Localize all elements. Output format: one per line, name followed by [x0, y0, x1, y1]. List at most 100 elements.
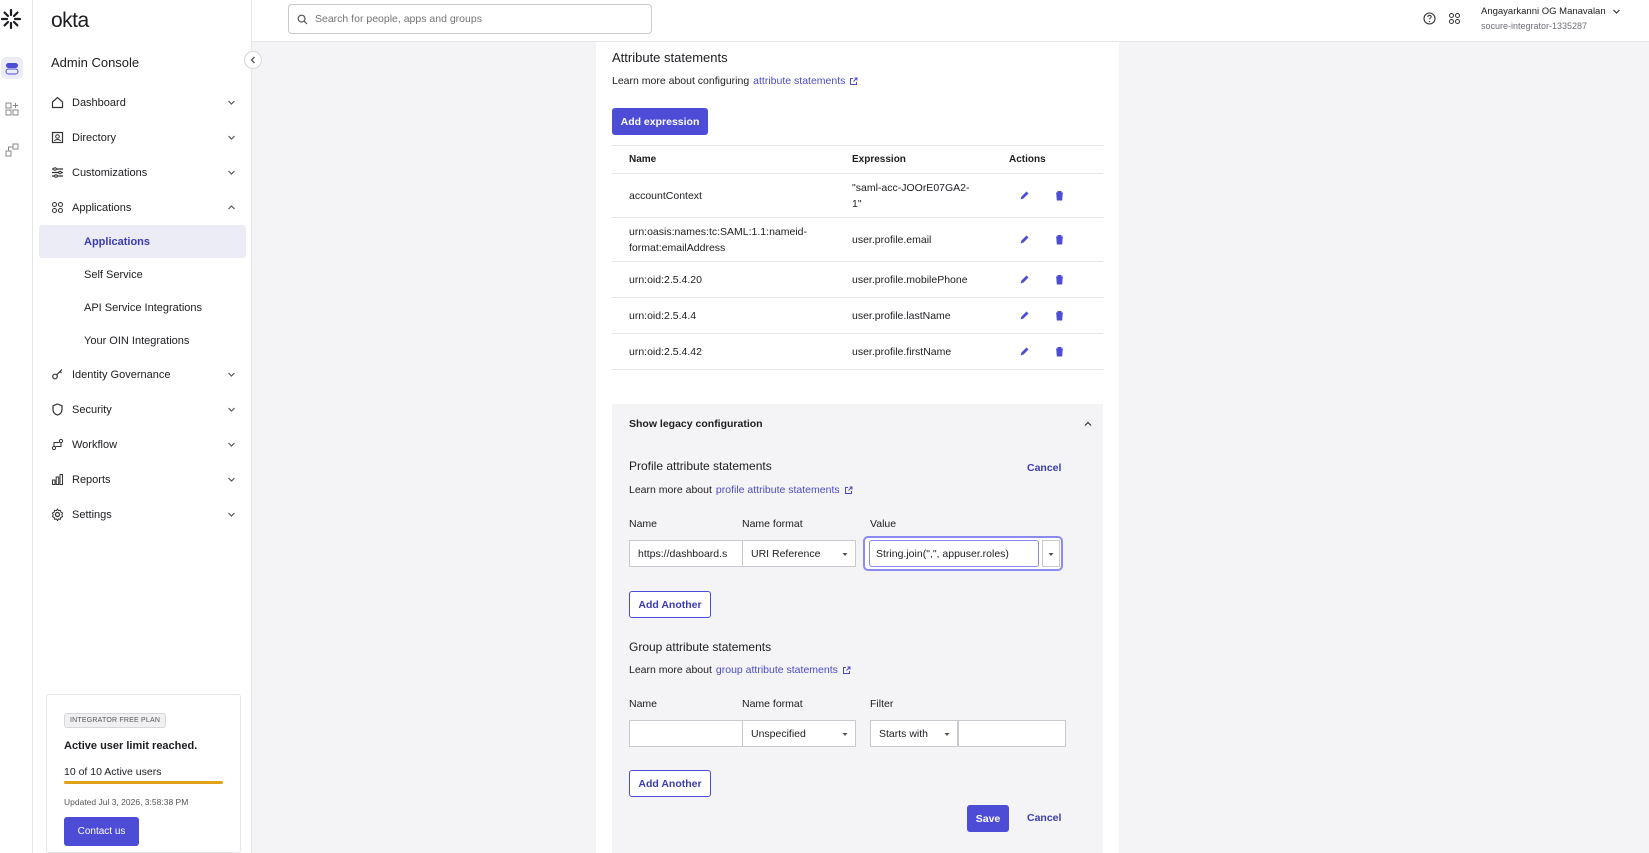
edit-icon[interactable]: [1019, 190, 1030, 201]
chevron-down-icon: [228, 372, 235, 377]
chevron-up-icon: [1084, 421, 1092, 426]
sliders-icon: [50, 166, 64, 180]
home-icon: [50, 96, 64, 110]
profile-attribute-statements-link[interactable]: profile attribute statements: [716, 484, 840, 496]
edit-icon[interactable]: [1019, 346, 1030, 357]
profile-learn-more: Learn more about profile attribute state…: [629, 484, 853, 496]
chevron-down-icon: [228, 100, 235, 105]
profile-name-format-select[interactable]: URI Reference: [742, 540, 856, 567]
sidebar-item-label: Security: [72, 403, 112, 416]
learn-more-prefix: Learn more about: [629, 484, 712, 496]
help-icon[interactable]: [1423, 12, 1436, 25]
legacy-configuration-panel: Show legacy configuration Profile attrib…: [612, 404, 1103, 853]
external-link-icon: [844, 486, 853, 494]
caret-down-icon: [842, 733, 848, 736]
group-col-format: Name format: [742, 698, 803, 710]
plan-updated: Updated Jul 3, 2026, 3:58:38 PM: [64, 797, 189, 807]
edit-icon[interactable]: [1019, 234, 1030, 245]
table-row: accountContext "saml-acc-JOOrE07GA2-1": [612, 173, 1103, 218]
group-attribute-statements-link[interactable]: group attribute statements: [716, 664, 838, 676]
sidebar-item-identity-governance[interactable]: Identity Governance: [39, 357, 246, 392]
sidebar-subitem-applications[interactable]: Applications: [39, 225, 246, 258]
profile-add-another-button[interactable]: Add Another: [629, 591, 711, 618]
collapse-sidebar-button[interactable]: [244, 51, 262, 69]
topbar: Angayarkanni OG Manavalan socure-integra…: [252, 0, 1649, 42]
chevron-down-icon: [228, 442, 235, 447]
sidebar-subitem-api-service-integrations[interactable]: API Service Integrations: [39, 291, 246, 324]
delete-icon[interactable]: [1054, 190, 1065, 201]
column-header-name: Name: [612, 145, 835, 174]
sidebar: okta Admin Console Dashboard Directory C…: [33, 0, 262, 853]
profile-value-input[interactable]: String.join(",", appuser.roles): [869, 540, 1039, 567]
sidebar-item-customizations[interactable]: Customizations: [39, 155, 246, 190]
active-users-progress-fill: [64, 781, 223, 784]
profile-value-dropdown[interactable]: [1042, 540, 1060, 567]
table-row: urn:oid:2.5.4.4 user.profile.lastName: [612, 297, 1103, 334]
group-attribute-title: Group attribute statements: [629, 640, 772, 654]
save-button[interactable]: Save: [967, 805, 1009, 832]
attribute-statements-link[interactable]: attribute statements: [753, 75, 845, 87]
add-expression-button[interactable]: Add expression: [612, 108, 708, 135]
sidebar-item-security[interactable]: Security: [39, 392, 246, 427]
learn-more-prefix: Learn more about: [629, 664, 712, 676]
group-filter-select[interactable]: Starts with: [870, 720, 958, 747]
group-name-format-select[interactable]: Unspecified: [742, 720, 856, 747]
table-row: urn:oid:2.5.4.42 user.profile.firstName: [612, 333, 1103, 370]
delete-icon[interactable]: [1054, 346, 1065, 357]
contact-us-button[interactable]: Contact us: [64, 817, 139, 846]
top-icons: [1423, 12, 1461, 25]
section-title: Attribute statements: [612, 50, 728, 65]
profile-name-field[interactable]: https://dashboard.s: [629, 540, 743, 567]
chevron-down-icon: [228, 135, 235, 140]
legacy-toggle[interactable]: Show legacy configuration: [629, 414, 1093, 434]
workflows-rail-button[interactable]: [1, 139, 23, 161]
search-input[interactable]: [315, 13, 635, 25]
group-name-format-value: Unspecified: [751, 727, 806, 740]
chevron-down-icon: [1612, 9, 1620, 14]
sidebar-item-label: Customizations: [72, 166, 148, 179]
group-filter-value-field[interactable]: [958, 720, 1066, 747]
search-icon: [297, 14, 308, 24]
attribute-name: urn:oid:2.5.4.4: [612, 297, 835, 334]
sidebar-item-label: Reports: [72, 473, 111, 486]
profile-value-field[interactable]: String.join(",", appuser.roles): [863, 536, 1063, 571]
caret-down-icon: [842, 553, 848, 556]
sidebar-item-reports[interactable]: Reports: [39, 462, 246, 497]
sidebar-item-settings[interactable]: Settings: [39, 497, 246, 532]
attribute-table: Name Expression Actions accountContext "…: [612, 145, 1103, 370]
delete-icon[interactable]: [1054, 310, 1065, 321]
attribute-name: urn:oasis:names:tc:SAML:1.1:nameid-forma…: [612, 217, 835, 262]
okta-logo[interactable]: okta: [51, 9, 89, 33]
attribute-name: urn:oid:2.5.4.20: [612, 261, 835, 298]
app-switcher-icon[interactable]: [1448, 12, 1461, 25]
profile-cancel-link[interactable]: Cancel: [1027, 462, 1061, 474]
legacy-toggle-label: Show legacy configuration: [629, 418, 763, 430]
external-link-icon: [850, 77, 858, 85]
group-add-another-button[interactable]: Add Another: [629, 770, 711, 797]
plan-title: Active user limit reached.: [64, 740, 198, 752]
group-filter-value: Starts with: [879, 727, 929, 740]
edit-icon[interactable]: [1019, 274, 1030, 285]
search-box[interactable]: [288, 4, 652, 34]
delete-icon[interactable]: [1054, 274, 1065, 285]
group-name-field[interactable]: [629, 720, 743, 747]
table-row: urn:oasis:names:tc:SAML:1.1:nameid-forma…: [612, 217, 1103, 262]
sidebar-subitem-self-service[interactable]: Self Service: [39, 258, 246, 291]
sidebar-subitem-your-oin-integrations[interactable]: Your OIN Integrations: [39, 324, 246, 357]
user-menu[interactable]: Angayarkanni OG Manavalan socure-integra…: [1481, 6, 1621, 31]
sidebar-item-workflow[interactable]: Workflow: [39, 427, 246, 462]
sidebar-item-dashboard[interactable]: Dashboard: [39, 85, 246, 120]
delete-icon[interactable]: [1054, 234, 1065, 245]
org-name: socure-integrator-1335287: [1481, 21, 1588, 31]
workflows-icon: [5, 143, 19, 157]
admin-console-rail-button[interactable]: [1, 57, 23, 79]
sidebar-item-label: Applications: [72, 201, 132, 214]
learn-more-text: Learn more about configuring attribute s…: [612, 75, 858, 87]
cancel-link[interactable]: Cancel: [1027, 812, 1061, 824]
sidebar-item-applications[interactable]: Applications: [39, 190, 246, 225]
sidebar-item-label: Identity Governance: [72, 368, 171, 381]
key-icon: [50, 368, 64, 382]
sidebar-item-directory[interactable]: Directory: [39, 120, 246, 155]
edit-icon[interactable]: [1019, 310, 1030, 321]
apps-rail-button[interactable]: [1, 98, 23, 120]
